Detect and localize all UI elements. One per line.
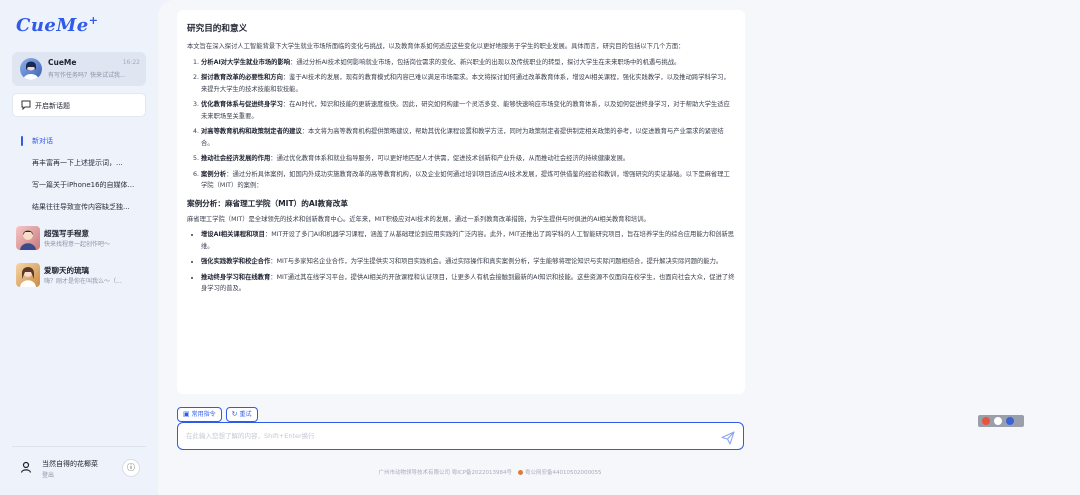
response-document: 研究目的和意义 本文旨在深入探讨人工智能背景下大学生就业市场所面临的变化与挑战，…: [177, 10, 745, 394]
common-commands-button[interactable]: ▣ 常用指令: [177, 407, 222, 422]
case-point: 强化实践教学和校企合作：MIT与多家知名企业合作，为学生提供实习和项目实践机会。…: [201, 256, 735, 268]
new-chat-icon: [21, 100, 31, 111]
send-icon[interactable]: [721, 430, 735, 445]
user-name: 当然自得的花椰菜: [42, 460, 98, 468]
bot-title: 超强写手程意: [44, 229, 89, 238]
icp-text[interactable]: 广州市动物领导技术有限公司 粤ICP备2022013984号: [378, 470, 512, 476]
doc-heading: 研究目的和意义: [187, 24, 248, 34]
footer: 广州市动物领导技术有限公司 粤ICP备2022013984号 粤公网安备44010…: [270, 468, 710, 476]
user-profile: 当然自得的花椰菜 登出 ⓘ: [12, 446, 146, 486]
retry-button[interactable]: ↻ 重试: [225, 407, 258, 422]
chat-card-time: 16:22: [122, 59, 140, 66]
chat-input[interactable]: [186, 429, 686, 443]
new-topic-button[interactable]: 开启新话题: [12, 93, 146, 117]
chat-history-list: 新对话 再丰富再一下上述提示词，... 写一篇关于iPhone16的自媒体...…: [18, 130, 150, 218]
user-icon: [20, 461, 32, 473]
police-badge-icon: [518, 470, 524, 475]
ime-toolbar[interactable]: [978, 415, 1024, 427]
info-icon[interactable]: ⓘ: [122, 459, 140, 477]
history-item[interactable]: 写一篇关于iPhone16的自媒体...: [18, 174, 150, 196]
goals-list: 分析AI对大学生就业市场的影响：通过分析AI技术如何影响就业市场，包括岗位需求的…: [187, 57, 735, 192]
refresh-icon: ↻: [231, 410, 238, 418]
case-intro: 麻省理工学院（MIT）是全球领先的技术和创新教育中心。近年来，MIT积极应对AI…: [187, 215, 650, 223]
action-bar: ▣ 常用指令 ↻ 重试: [177, 401, 262, 422]
bot-item-writer[interactable]: 超强写手程意 快来找程意一起创作吧～: [16, 226, 150, 254]
logout-link[interactable]: 登出: [42, 470, 54, 479]
goal-item: 探讨教育改革的必要性和方向：鉴于AI技术的发展，现有的教育模式和内容已难以满足市…: [201, 72, 735, 95]
ime-mode-icon: [994, 417, 1002, 425]
chatter-bot-avatar: [16, 263, 40, 287]
goal-item: 案例分析：通过分析具体案例，如国内外成功实施教育改革的高等教育机构，以及企业如何…: [201, 169, 735, 192]
bot-subtitle: 嗨？刚才是你在叫我么～（...: [44, 278, 122, 285]
new-topic-label: 开启新话题: [35, 102, 70, 110]
app-logo[interactable]: CueMe+: [16, 14, 98, 36]
history-item-new-chat[interactable]: 新对话: [18, 130, 150, 152]
bot-subtitle: 快来找程意一起创作吧～: [44, 241, 111, 248]
cueme-avatar: [20, 58, 42, 80]
sidebar: CueMe+ CueMe 有写作任务吗？快来试试我... 16:22 开启新话题…: [0, 0, 156, 495]
goal-item: 对高等教育机构和政策制定者的建议：本文将为高等教育机构提供策略建议，帮助其优化课…: [201, 126, 735, 149]
police-text[interactable]: 粤公网安备44010502000055: [525, 470, 602, 476]
bot-title: 爱聊天的琉璃: [44, 266, 89, 275]
grid-icon: ▣: [183, 410, 190, 418]
current-chat-card[interactable]: CueMe 有写作任务吗？快来试试我... 16:22: [12, 52, 146, 86]
case-points-list: 增设AI相关课程和项目：MIT开设了多门AI和机器学习课程，涵盖了从基础理论到应…: [187, 229, 735, 295]
goal-item: 优化教育体系与促进终身学习：在AI时代，知识和技能的更新速度极快。因此，研究如何…: [201, 99, 735, 122]
case-heading: 案例分析：麻省理工学院（MIT）的AI教育改革: [187, 198, 348, 208]
writer-bot-avatar: [16, 226, 40, 250]
case-point: 推动终身学习和在线教育：MIT通过其在线学习平台，提供AI相关的开放课程和认证项…: [201, 272, 735, 295]
goal-item: 推动社会经济发展的作用：通过优化教育体系和就业指导服务，可以更好地匹配人才供需，…: [201, 153, 735, 165]
chat-input-box: [177, 422, 744, 450]
ime-settings-icon: [1006, 417, 1014, 425]
bot-item-chatter[interactable]: 爱聊天的琉璃 嗨？刚才是你在叫我么～（...: [16, 263, 150, 291]
case-point: 增设AI相关课程和项目：MIT开设了多门AI和机器学习课程，涵盖了从基础理论到应…: [201, 229, 735, 252]
ime-logo-icon: [982, 417, 990, 425]
doc-intro: 本文旨在深入探讨人工智能背景下大学生就业市场所面临的变化与挑战，以及教育体系如何…: [187, 43, 685, 50]
goal-item: 分析AI对大学生就业市场的影响：通过分析AI技术如何影响就业市场，包括岗位需求的…: [201, 57, 735, 69]
history-item[interactable]: 结果往往导致宣传内容缺乏独...: [18, 196, 150, 218]
chat-card-title: CueMe: [48, 58, 77, 67]
history-item[interactable]: 再丰富再一下上述提示词，...: [18, 152, 150, 174]
chat-card-subtitle: 有写作任务吗？快来试试我...: [48, 72, 126, 79]
